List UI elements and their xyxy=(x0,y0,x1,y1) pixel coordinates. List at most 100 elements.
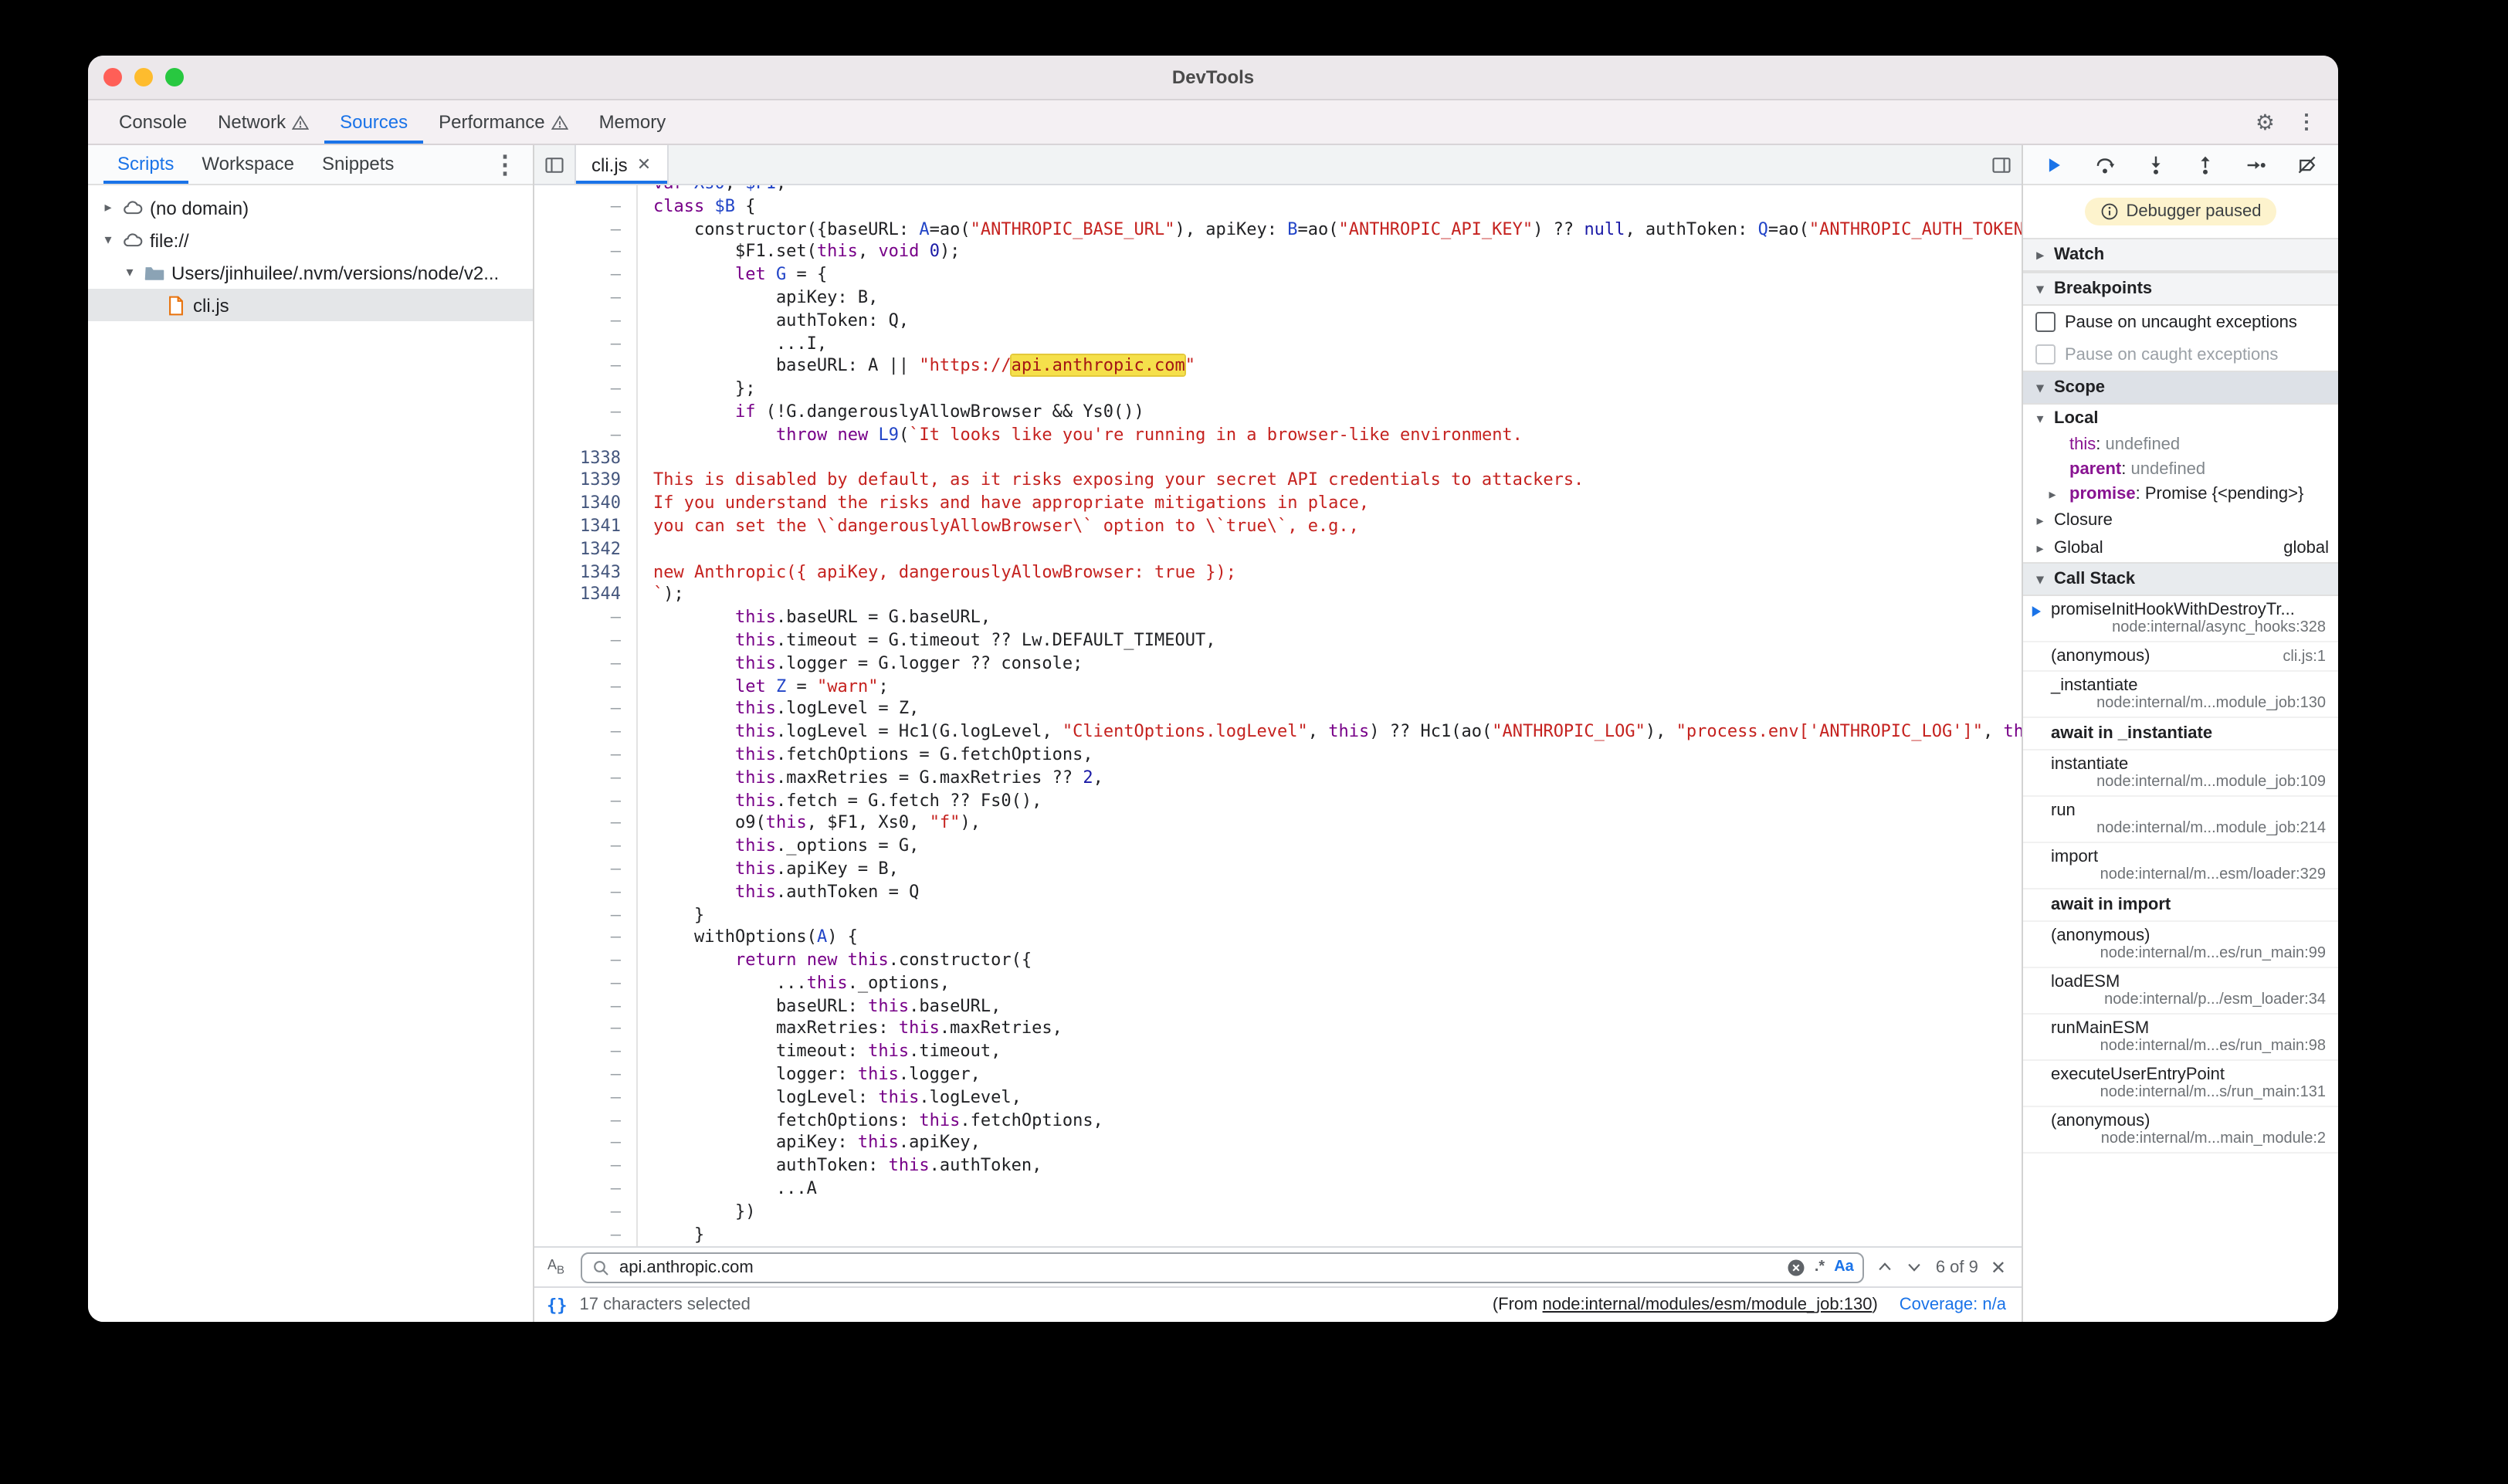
line-number[interactable]: – xyxy=(534,630,638,653)
line-number[interactable]: – xyxy=(534,790,638,813)
call-stack-frame-run[interactable]: runnode:internal/m...module_job:214 xyxy=(2023,797,2338,843)
line-number[interactable]: – xyxy=(534,401,638,425)
call-stack-frame-runmainesm[interactable]: runMainESMnode:internal/m...es/run_main:… xyxy=(2023,1015,2338,1061)
line-number[interactable]: 1342 xyxy=(534,539,638,562)
settings-gear-icon[interactable]: ⚙ xyxy=(2256,109,2275,135)
code-line[interactable]: – let G = { xyxy=(534,264,2022,287)
code-line[interactable]: – this.timeout = G.timeout ?? Lw.DEFAULT… xyxy=(534,630,2022,653)
twisty-icon[interactable]: ▸ xyxy=(2045,486,2060,503)
code-line[interactable]: – this._options = G, xyxy=(534,835,2022,859)
line-number[interactable]: – xyxy=(534,767,638,790)
twisty-icon[interactable]: ▾ xyxy=(2032,280,2048,297)
scope-variable-this[interactable]: this: undefined xyxy=(2023,432,2338,457)
code-line[interactable]: –class $B { xyxy=(534,196,2022,219)
tab-memory[interactable]: Memory xyxy=(584,100,682,144)
tab-sources[interactable]: Sources xyxy=(324,100,423,144)
code-line[interactable]: – timeout: this.timeout, xyxy=(534,1042,2022,1065)
code-line[interactable]: – this.logger = G.logger ?? console; xyxy=(534,652,2022,676)
line-number[interactable]: 1341 xyxy=(534,516,638,539)
code-line[interactable]: – baseURL: this.baseURL, xyxy=(534,995,2022,1018)
zoom-window-button[interactable] xyxy=(165,68,184,86)
code-line[interactable]: – maxRetries: this.maxRetries, xyxy=(534,1018,2022,1042)
code-line[interactable]: – this.fetchOptions = G.fetchOptions, xyxy=(534,744,2022,767)
code-line[interactable]: – authToken: Q, xyxy=(534,310,2022,334)
line-number[interactable]: – xyxy=(534,973,638,996)
twisty-icon[interactable]: ▾ xyxy=(122,264,137,281)
call-stack-frame-loadesm[interactable]: loadESMnode:internal/p.../esm_loader:34 xyxy=(2023,968,2338,1015)
call-stack-frame-instantiate[interactable]: _instantiatenode:internal/m...module_job… xyxy=(2023,672,2338,718)
line-number[interactable]: – xyxy=(534,859,638,882)
line-number[interactable]: 1340 xyxy=(534,493,638,516)
scope-group-local[interactable]: ▾Local xyxy=(2023,405,2338,432)
pretty-print-icon[interactable]: {} xyxy=(547,1295,568,1315)
line-number[interactable]: – xyxy=(534,1224,638,1246)
code-line[interactable]: – this.logLevel = Hc1(G.logLevel, "Clien… xyxy=(534,721,2022,744)
checkbox[interactable] xyxy=(2035,344,2056,364)
breakpoint-option-pause-on-caught-exceptions[interactable]: Pause on caught exceptions xyxy=(2023,338,2338,371)
line-number[interactable]: 1339 xyxy=(534,470,638,493)
step-icon[interactable] xyxy=(2244,152,2269,177)
call-stack-frame-anonymous[interactable]: (anonymous)node:internal/m...es/run_main… xyxy=(2023,922,2338,968)
editor-tab-clijs[interactable]: cli.js ✕ xyxy=(574,145,668,184)
code-line[interactable]: 1343new Anthropic({ apiKey, dangerouslyA… xyxy=(534,561,2022,584)
line-number[interactable]: – xyxy=(534,185,638,196)
code-line[interactable]: – $F1.set(this, void 0); xyxy=(534,242,2022,265)
code-line[interactable]: – throw new L9(`It looks like you're run… xyxy=(534,425,2022,448)
code-line[interactable]: – apiKey: this.apiKey, xyxy=(534,1133,2022,1156)
line-number[interactable]: – xyxy=(534,310,638,334)
code-line[interactable]: – this.logLevel = Z, xyxy=(534,699,2022,722)
call-stack-section-header[interactable]: ▾ Call Stack xyxy=(2023,562,2338,596)
line-number[interactable]: – xyxy=(534,813,638,836)
coverage-link[interactable]: Coverage: n/a xyxy=(1900,1296,2006,1314)
code-line[interactable]: – ...I, xyxy=(534,333,2022,356)
code-line[interactable]: 1341you can set the \`dangerouslyAllowBr… xyxy=(534,516,2022,539)
step-into-icon[interactable] xyxy=(2143,152,2167,177)
call-stack-frame-promiseinithookwithdestroytr[interactable]: promiseInitHookWithDestroyTr...node:inte… xyxy=(2023,596,2338,642)
tab-console[interactable]: Console xyxy=(103,100,202,144)
line-number[interactable]: – xyxy=(534,242,638,265)
step-out-icon[interactable] xyxy=(2194,152,2218,177)
tree-item-file[interactable]: ▾file:// xyxy=(88,224,533,256)
previous-match-icon[interactable] xyxy=(1877,1259,1894,1276)
breakpoint-option-pause-on-uncaught-exceptions[interactable]: Pause on uncaught exceptions xyxy=(2023,306,2338,338)
close-window-button[interactable] xyxy=(103,68,122,86)
code-line[interactable]: – this.fetch = G.fetch ?? Fs0(), xyxy=(534,790,2022,813)
code-line[interactable]: 1344`); xyxy=(534,584,2022,608)
line-number[interactable]: – xyxy=(534,1178,638,1201)
code-line[interactable]: – baseURL: A || "https://api.anthropic.c… xyxy=(534,356,2022,379)
line-number[interactable]: – xyxy=(534,721,638,744)
code-line[interactable]: – fetchOptions: this.fetchOptions, xyxy=(534,1110,2022,1133)
line-number[interactable]: – xyxy=(534,264,638,287)
scope-variable-promise[interactable]: ▸promise: Promise {<pending>} xyxy=(2023,482,2338,507)
code-line[interactable]: 1338 xyxy=(534,447,2022,470)
module-link[interactable]: node:internal/modules/esm/module_job:130 xyxy=(1543,1296,1873,1314)
line-number[interactable]: 1338 xyxy=(534,447,638,470)
line-number[interactable]: – xyxy=(534,1110,638,1133)
step-over-icon[interactable] xyxy=(2093,152,2117,177)
code-line[interactable]: – } xyxy=(534,904,2022,927)
twisty-icon[interactable]: ▸ xyxy=(2032,512,2048,529)
line-number[interactable]: – xyxy=(534,425,638,448)
line-number[interactable]: – xyxy=(534,1018,638,1042)
line-number[interactable]: – xyxy=(534,1156,638,1179)
code-line[interactable]: – o9(this, $F1, Xs0, "f"), xyxy=(534,813,2022,836)
search-input[interactable] xyxy=(619,1258,1778,1276)
line-number[interactable]: – xyxy=(534,196,638,219)
line-number[interactable]: – xyxy=(534,1087,638,1110)
code-line[interactable]: – logger: this.logger, xyxy=(534,1064,2022,1087)
clear-search-icon[interactable] xyxy=(1787,1258,1805,1276)
code-line[interactable]: – logLevel: this.logLevel, xyxy=(534,1087,2022,1110)
code-line[interactable]: – ...this._options, xyxy=(534,973,2022,996)
close-tab-icon[interactable]: ✕ xyxy=(637,154,651,174)
line-number[interactable]: – xyxy=(534,995,638,1018)
code-line[interactable]: 1342 xyxy=(534,539,2022,562)
line-number[interactable]: – xyxy=(534,287,638,310)
line-number[interactable]: – xyxy=(534,1042,638,1065)
line-number[interactable]: – xyxy=(534,652,638,676)
tab-network[interactable]: Network xyxy=(202,100,324,144)
close-find-bar-icon[interactable]: ✕ xyxy=(1991,1256,2006,1278)
call-stack-frame-executeuserentrypoint[interactable]: executeUserEntryPointnode:internal/m...s… xyxy=(2023,1061,2338,1107)
line-number[interactable]: – xyxy=(534,356,638,379)
code-line[interactable]: – if (!G.dangerouslyAllowBrowser && Ys0(… xyxy=(534,401,2022,425)
navigator-tab-snippets[interactable]: Snippets xyxy=(308,145,408,184)
